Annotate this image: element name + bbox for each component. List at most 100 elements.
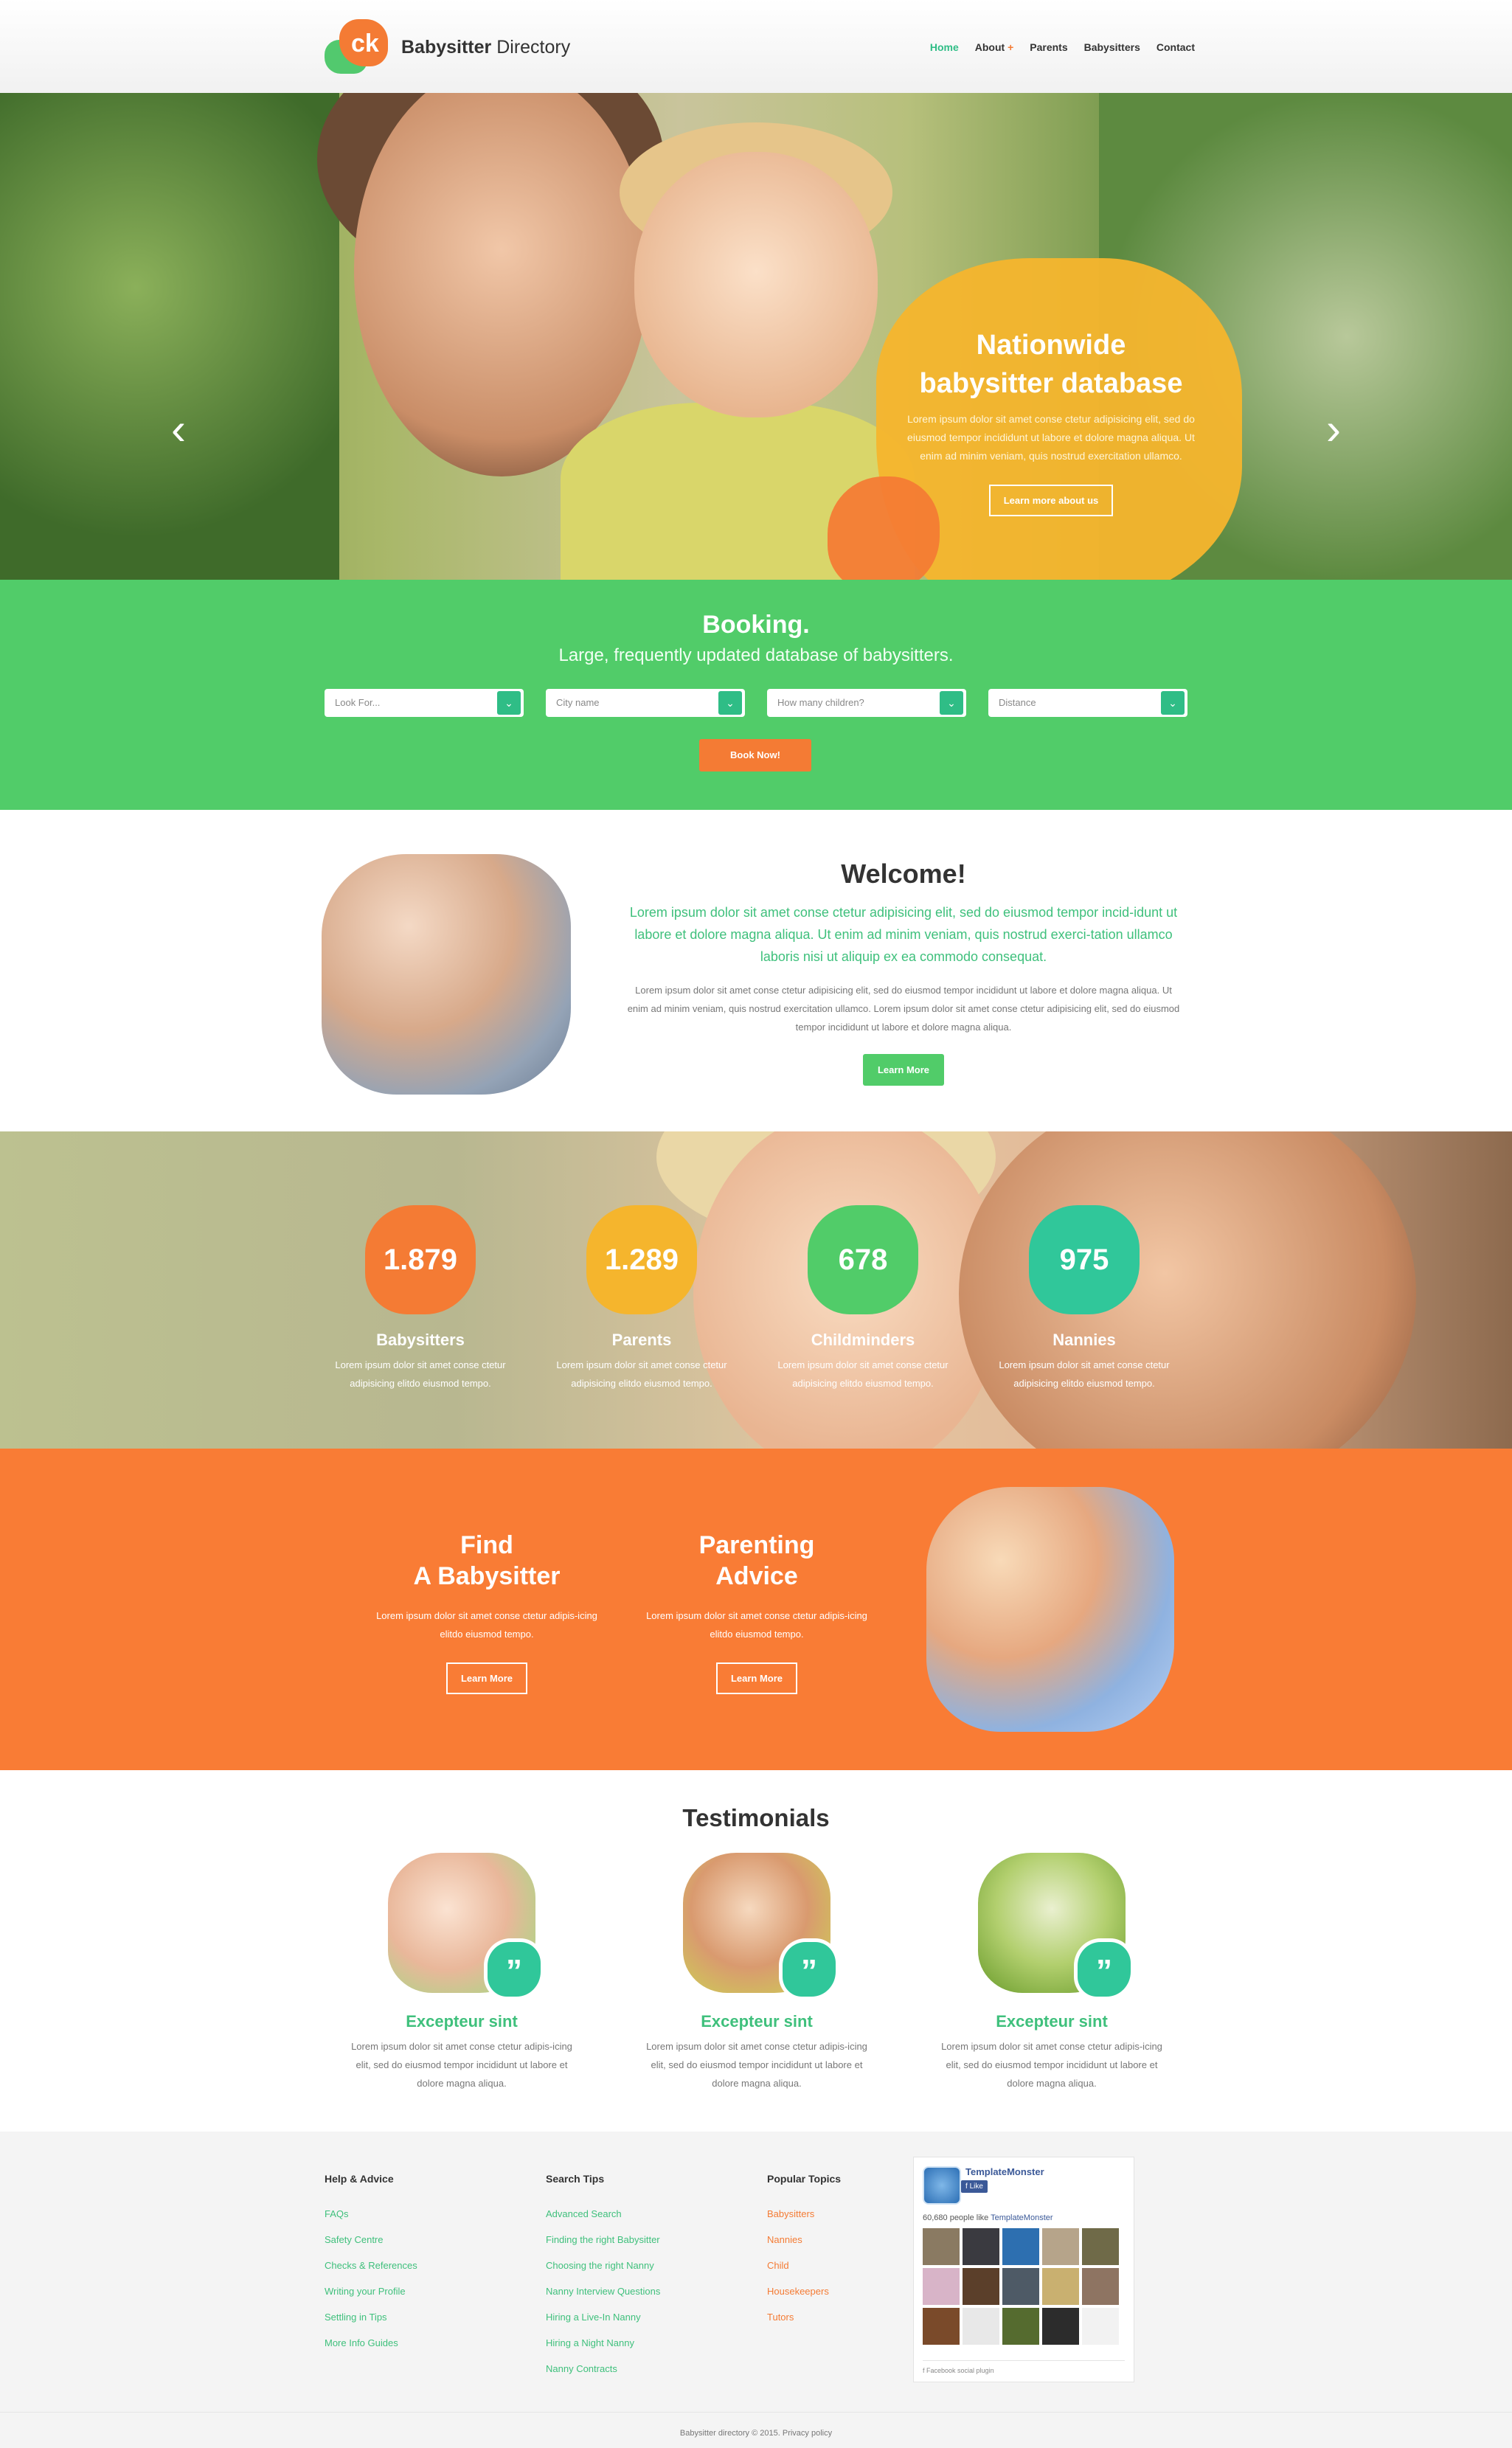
footer-link[interactable]: FAQs xyxy=(325,2201,417,2227)
hero-title: Nationwide babysitter database xyxy=(919,330,1183,399)
stat-number: 1.879 xyxy=(365,1205,476,1314)
footer-link[interactable]: Housekeepers xyxy=(767,2278,841,2304)
chevron-right-icon[interactable]: › xyxy=(1326,407,1341,451)
testimonial-card: ” Excepteur sint Lorem ipsum dolor sit a… xyxy=(639,1853,875,2092)
footer-link[interactable]: Tutors xyxy=(767,2304,841,2330)
stat-label: Nannies xyxy=(1052,1331,1116,1349)
chevron-down-icon: ⌄ xyxy=(940,691,963,715)
footer-link[interactable]: Babysitters xyxy=(767,2201,841,2227)
quote-icon: ” xyxy=(1074,1938,1134,2000)
stat-number: 975 xyxy=(1029,1205,1140,1314)
footer-link[interactable]: Finding the right Babysitter xyxy=(546,2227,660,2253)
testimonial-text: Lorem ipsum dolor sit amet conse ctetur … xyxy=(646,2041,867,2089)
distance-select[interactable]: Distance ⌄ xyxy=(988,689,1187,717)
nav-about[interactable]: About + xyxy=(975,41,1014,53)
footer-link[interactable]: Settling in Tips xyxy=(325,2304,417,2330)
welcome-learn-more-button[interactable]: Learn More xyxy=(862,1054,945,1086)
templatemonster-logo-icon[interactable] xyxy=(923,2166,961,2205)
stat-desc: Lorem ipsum dolor sit amet conse ctetur … xyxy=(999,1359,1170,1389)
nav-contact[interactable]: Contact xyxy=(1156,41,1195,53)
stat-desc: Lorem ipsum dolor sit amet conse ctetur … xyxy=(335,1359,506,1389)
welcome-section: Welcome! Lorem ipsum dolor sit amet cons… xyxy=(0,810,1512,1131)
footer-search-tips: Search Tips Advanced Search Finding the … xyxy=(546,2173,660,2382)
feature-learn-more-button[interactable]: Learn More xyxy=(715,1662,798,1694)
copyright[interactable]: Babysitter directory © 2015. Privacy pol… xyxy=(0,2412,1512,2448)
footer: Help & Advice FAQs Safety Centre Checks … xyxy=(0,2132,1512,2448)
stat-parents: 1.289 Parents Lorem ipsum dolor sit amet… xyxy=(538,1205,745,1393)
testimonial-name: Excepteur sint xyxy=(996,2012,1108,2031)
feature-title: Find A Babysitter xyxy=(413,1531,561,1590)
testimonials-title: Testimonials xyxy=(682,1804,830,1831)
footer-help-advice: Help & Advice FAQs Safety Centre Checks … xyxy=(325,2173,417,2356)
footer-link[interactable]: Nanny Interview Questions xyxy=(546,2278,660,2304)
facebook-like-button[interactable]: f Like xyxy=(961,2180,988,2193)
stat-childminders: 678 Childminders Lorem ipsum dolor sit a… xyxy=(760,1205,966,1393)
logo-text: Babysitter Directory xyxy=(401,36,571,58)
stat-desc: Lorem ipsum dolor sit amet conse ctetur … xyxy=(777,1359,949,1389)
quote-icon: ” xyxy=(779,1938,839,2000)
stat-label: Childminders xyxy=(811,1331,915,1349)
stat-label: Babysitters xyxy=(376,1331,465,1349)
stat-desc: Lorem ipsum dolor sit amet conse ctetur … xyxy=(556,1359,727,1389)
stat-number: 678 xyxy=(808,1205,918,1314)
footer-link[interactable]: Safety Centre xyxy=(325,2227,417,2253)
footer-popular-topics: Popular Topics Babysitters Nannies Child… xyxy=(767,2173,841,2330)
footer-link[interactable]: Nanny Contracts xyxy=(546,2356,660,2382)
feature-learn-more-button[interactable]: Learn More xyxy=(445,1662,528,1694)
chevron-down-icon: ⌄ xyxy=(718,691,742,715)
feature-parenting-advice: Parenting Advice Lorem ipsum dolor sit am… xyxy=(639,1530,875,1694)
testimonial-photo: ” xyxy=(978,1853,1134,2000)
testimonial-photo: ” xyxy=(388,1853,544,2000)
welcome-photo xyxy=(322,854,571,1095)
children-count-select[interactable]: How many children? ⌄ xyxy=(767,689,966,717)
footer-link[interactable]: Nannies xyxy=(767,2227,841,2253)
welcome-lead: Lorem ipsum dolor sit amet conse ctetur … xyxy=(629,905,1178,964)
footer-link[interactable]: Writing your Profile xyxy=(325,2278,417,2304)
logo-mark-icon: ck xyxy=(325,19,389,75)
chevron-down-icon: ⌄ xyxy=(1161,691,1185,715)
footer-link[interactable]: More Info Guides xyxy=(325,2330,417,2356)
chevron-left-icon[interactable]: ‹ xyxy=(171,407,186,451)
footer-heading: Popular Topics xyxy=(767,2173,842,2185)
testimonial-photo: ” xyxy=(683,1853,839,2000)
main-nav: Home About + Parents Babysitters Contact xyxy=(914,41,1195,53)
welcome-title: Welcome! xyxy=(841,859,966,889)
facebook-fans-grid xyxy=(923,2228,1125,2345)
booking-section: Booking. Large, frequently updated datab… xyxy=(0,580,1512,810)
feature-find-babysitter: Find A Babysitter Lorem ipsum dolor sit a… xyxy=(369,1530,605,1694)
feature-text: Lorem ipsum dolor sit amet conse ctetur … xyxy=(376,1610,597,1640)
facebook-page-name[interactable]: TemplateMonster xyxy=(965,2166,1044,2177)
footer-heading: Help & Advice xyxy=(325,2173,394,2185)
nav-home[interactable]: Home xyxy=(930,41,959,53)
footer-link[interactable]: Checks & References xyxy=(325,2253,417,2278)
footer-link[interactable]: Child xyxy=(767,2253,841,2278)
logo[interactable]: ck Babysitter Directory xyxy=(325,19,570,75)
facebook-like-count: 60,680 people like TemplateMonster xyxy=(923,2213,1053,2222)
testimonial-card: ” Excepteur sint Lorem ipsum dolor sit a… xyxy=(344,1853,580,2092)
stat-number: 1.289 xyxy=(586,1205,697,1314)
facebook-widget: TemplateMonster f Like 60,680 people lik… xyxy=(913,2157,1134,2382)
hero-learn-more-button[interactable]: Learn more about us xyxy=(988,485,1114,516)
footer-link[interactable]: Hiring a Night Nanny xyxy=(546,2330,660,2356)
testimonial-name: Excepteur sint xyxy=(406,2012,518,2031)
chevron-down-icon: ⌄ xyxy=(497,691,521,715)
stat-babysitters: 1.879 Babysitters Lorem ipsum dolor sit … xyxy=(317,1205,524,1393)
features-section: Find A Babysitter Lorem ipsum dolor sit a… xyxy=(0,1449,1512,1770)
booking-title: Booking. xyxy=(702,611,810,639)
footer-link[interactable]: Choosing the right Nanny xyxy=(546,2253,660,2278)
header: ck Babysitter Directory Home About + Par… xyxy=(0,0,1512,93)
nav-parents[interactable]: Parents xyxy=(1030,41,1067,53)
book-now-button[interactable]: Book Now! xyxy=(699,739,811,771)
look-for-select[interactable]: Look For... ⌄ xyxy=(325,689,524,717)
welcome-body: Lorem ipsum dolor sit amet conse ctetur … xyxy=(627,985,1180,1033)
stats-section: 1.879 Babysitters Lorem ipsum dolor sit … xyxy=(0,1131,1512,1449)
footer-link[interactable]: Hiring a Live-In Nanny xyxy=(546,2304,660,2330)
footer-link[interactable]: Advanced Search xyxy=(546,2201,660,2227)
stat-label: Parents xyxy=(611,1331,672,1349)
testimonial-text: Lorem ipsum dolor sit amet conse ctetur … xyxy=(351,2041,572,2089)
testimonials-section: Testimonials ” Excepteur sint Lorem ipsu… xyxy=(0,1770,1512,2132)
quote-icon: ” xyxy=(484,1938,544,2000)
nav-babysitters[interactable]: Babysitters xyxy=(1084,41,1140,53)
plus-icon: + xyxy=(1008,41,1014,53)
city-select[interactable]: City name ⌄ xyxy=(546,689,745,717)
